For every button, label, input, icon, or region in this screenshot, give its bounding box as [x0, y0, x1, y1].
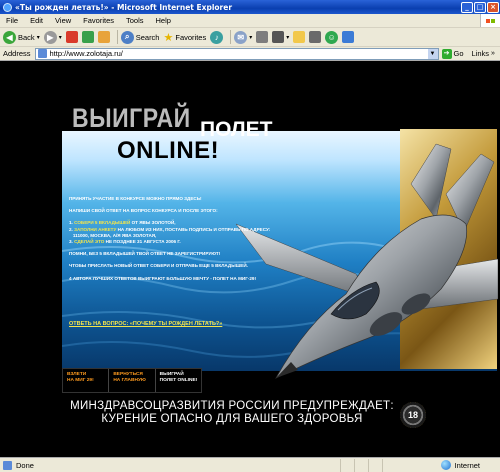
status-cell [382, 458, 396, 472]
nav-label: НА МИГ 29! [67, 378, 94, 383]
address-dropdown-icon[interactable]: ▼ [427, 48, 438, 59]
back-arrow-icon: ◀ [3, 30, 16, 44]
links-chevron-icon[interactable]: » [491, 50, 495, 57]
media-icon: ♪ [210, 30, 224, 44]
window-titlebar[interactable]: «Ты рожден летать!» - Microsoft Internet… [0, 0, 500, 14]
page-icon [3, 460, 12, 470]
toolbar-separator [230, 30, 232, 44]
age-18-badge: 18 [400, 402, 426, 428]
status-bar: Done Internet [0, 457, 500, 472]
home-button[interactable] [97, 29, 110, 46]
status-cell [340, 458, 354, 472]
answer-question-link[interactable]: ОТВЕТЬ НА ВОПРОС: «ПОЧЕМУ ТЫ РОЖДЕН ЛЕТА… [69, 321, 222, 327]
nav-label: ВЗЛЕТИ [67, 372, 87, 377]
globe-icon [440, 460, 451, 470]
research-button[interactable] [309, 29, 322, 46]
nav-label: ВЫИГРАЙ [159, 372, 184, 377]
menu-file[interactable]: File [0, 16, 24, 25]
forward-arrow-icon: ▶ [43, 30, 57, 44]
nav-win-flight[interactable]: ВЫИГРАЙ ПОЛЕТ ONLINE! [156, 369, 201, 392]
messenger-button[interactable]: ☺ [325, 29, 339, 46]
status-done: Done [0, 460, 340, 470]
forward-button[interactable]: ▶ ▾ [43, 29, 62, 46]
intro-text: ПРИНЯТЬ УЧАСТИЕ В КОНКУРСЕ МОЖНО ПРЯМО З… [69, 196, 202, 201]
go-button[interactable]: ➔ Go [441, 48, 464, 59]
messenger-icon: ☺ [325, 30, 339, 44]
go-label: Go [453, 49, 464, 58]
edit-icon [272, 31, 285, 43]
toolbar-separator [116, 30, 118, 44]
translate-button[interactable] [342, 29, 355, 46]
print-icon [256, 31, 269, 43]
headline-win: ВЫИГРАЙ [72, 102, 191, 133]
steps-list: 1. СОБЕРИ 5 ВКЛАДЫШЕЙ ОТ ЯВЫ ЗОЛОТОЙ, 2.… [69, 220, 329, 245]
nav-label: НА ГЛАВНУЮ [113, 378, 146, 383]
address-bar: Address http://www.zolotaja.ru/ ▼ ➔ Go L… [0, 47, 500, 61]
close-button[interactable]: × [487, 1, 499, 13]
menu-view[interactable]: View [49, 16, 77, 25]
star-icon: ★ [163, 31, 174, 44]
back-button[interactable]: ◀ Back ▾ [3, 29, 40, 46]
status-text: Done [16, 460, 34, 470]
refresh-button[interactable] [81, 29, 94, 46]
folder-button[interactable] [293, 29, 306, 46]
nav-label: ПОЛЕТ ONLINE! [159, 378, 198, 383]
mail-button[interactable]: ✉ ▾ [234, 29, 252, 46]
site-nav: ВЗЛЕТИ НА МИГ 29! ВЕРНУТЬСЯ НА ГЛАВНУЮ В… [62, 368, 202, 393]
page-icon [37, 49, 47, 58]
back-label: Back [18, 32, 35, 42]
print-button[interactable] [256, 29, 269, 46]
headline-online: ONLINE! [117, 137, 220, 164]
minimize-button[interactable]: _ [461, 1, 473, 13]
windows-logo-icon [480, 14, 500, 27]
links-button[interactable]: Links [472, 49, 490, 58]
favorites-label: Favorites [175, 32, 207, 42]
media-button[interactable]: ♪ [210, 29, 224, 46]
nav-label: ВЕРНУТЬСЯ [113, 372, 143, 377]
maximize-button[interactable]: □ [474, 1, 486, 13]
forward-dropdown-icon[interactable]: ▾ [59, 34, 62, 41]
menu-favorites[interactable]: Favorites [77, 16, 120, 25]
step-item: 3. СДЕЛАЙ ЭТО НЕ ПОЗДНЕЕ 31 АВГУСТА 2006… [69, 239, 181, 245]
folder-icon [293, 31, 306, 43]
window-title: «Ты рожден летать!» - Microsoft Internet… [15, 2, 233, 12]
edit-button[interactable]: ▾ [272, 29, 289, 46]
status-cell [354, 458, 368, 472]
menu-edit[interactable]: Edit [24, 16, 49, 25]
menu-tools[interactable]: Tools [120, 16, 150, 25]
standard-toolbar: ◀ Back ▾ ▶ ▾ ⌕ Search ★ Favorites ♪ ✉ ▾ … [0, 28, 500, 47]
contest-instructions: ПРИНЯТЬ УЧАСТИЕ В КОНКУРСЕ МОЖНО ПРЯМО З… [69, 196, 329, 288]
search-label: Search [135, 32, 160, 42]
nav-fly-mig[interactable]: ВЗЛЕТИ НА МИГ 29! [63, 369, 110, 392]
research-icon [309, 31, 322, 43]
nav-home[interactable]: ВЕРНУТЬСЯ НА ГЛАВНУЮ [109, 369, 156, 392]
back-dropdown-icon[interactable]: ▾ [37, 34, 40, 41]
address-input[interactable]: http://www.zolotaja.ru/ ▼ [34, 47, 439, 60]
stop-icon [65, 31, 78, 43]
mail-icon: ✉ [234, 30, 248, 44]
note-five-inserts: ПОМНИ, БЕЗ 5 ВКЛАДЫШЕЙ ТВОЙ ОТВЕТ НЕ ЗАР… [69, 251, 221, 257]
translate-icon [342, 31, 355, 43]
home-icon [97, 31, 110, 43]
search-icon: ⌕ [120, 30, 134, 44]
zone-indicator: Internet [440, 460, 500, 470]
address-label: Address [3, 49, 31, 58]
address-url: http://www.zolotaja.ru/ [49, 49, 123, 58]
note-new-answer: ЧТОБЫ ПРИСЛАТЬ НОВЫЙ ОТВЕТ СОБЕРИ И ОТПР… [69, 263, 248, 269]
edit-dropdown-icon[interactable]: ▾ [286, 34, 289, 41]
status-cell [368, 458, 382, 472]
refresh-icon [81, 31, 94, 43]
go-arrow-icon: ➔ [441, 48, 452, 59]
page-content: ВЫИГРАЙ ПОЛЕТ ONLINE! ПРИНЯТЬ УЧАСТИЕ В … [0, 61, 500, 457]
question-text: НАПИШИ СВОЙ ОТВЕТ НА ВОПРОС КОНКУРСА И П… [69, 208, 218, 214]
search-button[interactable]: ⌕ Search [120, 29, 160, 46]
stop-button[interactable] [65, 29, 78, 46]
ie-icon [3, 2, 12, 12]
favorites-button[interactable]: ★ Favorites [163, 29, 206, 46]
zone-label: Internet [454, 460, 480, 470]
menu-help[interactable]: Help [150, 16, 177, 25]
mail-dropdown-icon[interactable]: ▾ [249, 34, 252, 41]
menu-bar: File Edit View Favorites Tools Help [0, 14, 500, 28]
note-prize: 4 АВТОРА ЛУЧШИХ ОТВЕТОВ ВЫИГРАЮТ БОЛЬШУЮ… [69, 275, 256, 281]
